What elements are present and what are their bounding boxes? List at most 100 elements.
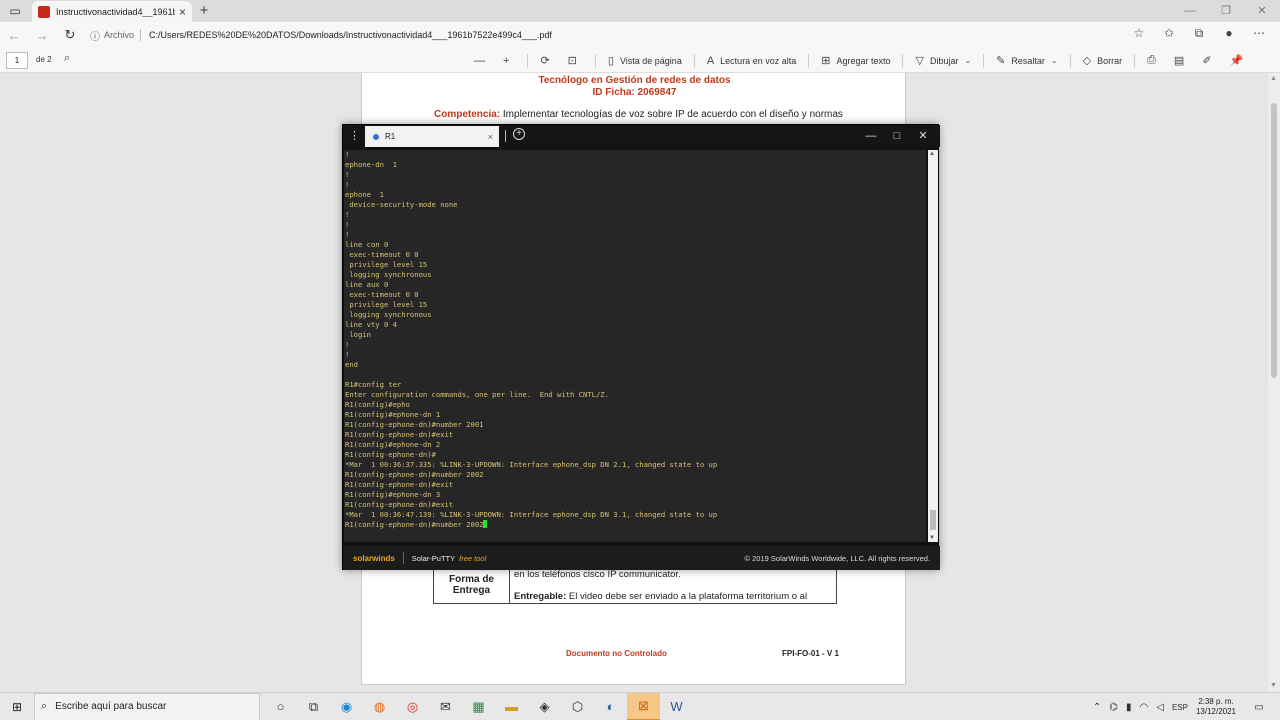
putty-close-button[interactable]: ✕ <box>910 127 936 145</box>
session-tab-label: R1 <box>385 132 396 141</box>
page-number-input[interactable]: 1 <box>6 52 28 69</box>
zoom-in-button[interactable]: + <box>503 55 515 67</box>
word-icon[interactable]: W <box>660 693 693 720</box>
terminal-line: ! <box>345 210 350 219</box>
battery-icon[interactable]: ▮ <box>1126 702 1132 713</box>
save-as-icon: ✐ <box>1202 55 1212 67</box>
terminal-line: end <box>345 360 358 369</box>
session-status-icon <box>373 133 379 140</box>
store-icon[interactable]: ▦ <box>462 693 495 720</box>
print-button[interactable]: ⎙ <box>1147 54 1162 67</box>
taskbar: ⊞ ⌕ Escribe aquí para buscar ○ ⧉ ◉ ◍ ◎ ✉… <box>0 692 1280 720</box>
solar-putty-taskbar-icon[interactable]: ⊠ <box>627 692 660 720</box>
mail-icon[interactable]: ✉ <box>429 693 462 720</box>
network-icon[interactable]: ⌬ <box>1109 702 1118 713</box>
favorite-add-icon[interactable]: ☆ <box>1124 26 1154 41</box>
fit-page-button[interactable]: ⊡ <box>568 54 583 67</box>
favorites-icon[interactable]: ✩ <box>1154 26 1184 41</box>
tray-chevron-up-icon[interactable]: ⌃ <box>1093 702 1101 713</box>
page-view-button[interactable]: ▯ Vista de página <box>608 54 682 67</box>
firefox-icon[interactable]: ◍ <box>363 693 396 720</box>
minus-icon: — <box>474 54 485 67</box>
zoom-out-button[interactable]: — <box>474 55 491 67</box>
terminal-line: R1(config)#ephone-dn 3 <box>345 490 441 499</box>
rotate-button[interactable]: ⟳ <box>540 54 555 67</box>
scroll-down-icon[interactable]: ▼ <box>929 535 935 541</box>
save-as-button[interactable]: ✐ <box>1202 54 1217 67</box>
url-field[interactable]: ⓘ Archivo C:/Users/REDES%20DE%20DATOS/Do… <box>90 28 552 43</box>
highlight-button[interactable]: ✎ Resaltar ⌄ <box>996 54 1057 67</box>
terminal-scrollbar[interactable]: ▲ ▼ <box>928 150 938 542</box>
putty-minimize-button[interactable]: — <box>858 127 884 145</box>
scroll-up-icon[interactable]: ▲ <box>1270 75 1277 82</box>
solar-putty-window: ⋮ R1 × + — □ ✕ ! ephone-dn 1!! ephone 1 de… <box>342 124 940 570</box>
file-explorer-icon[interactable]: ▬ <box>495 693 528 720</box>
window-controls: — ❐ ✕ <box>1172 0 1280 22</box>
pin-toolbar-button[interactable]: 📌 <box>1230 54 1250 67</box>
terminal-output[interactable]: ! ephone-dn 1!! ephone 1 device-security-m… <box>344 150 926 542</box>
putty-maximize-button[interactable]: □ <box>884 127 910 145</box>
wifi-icon[interactable]: ◠ <box>1140 702 1149 713</box>
close-session-icon[interactable]: × <box>488 132 493 142</box>
putty-footer: solarwinds Solar-PuTTY free tool © 2019 S… <box>343 546 940 570</box>
rotate-icon: ⟳ <box>540 55 550 67</box>
fit-page-icon: ⊡ <box>567 55 577 67</box>
new-tab-button[interactable]: + <box>196 2 212 19</box>
terminal-scroll-thumb[interactable] <box>930 510 936 530</box>
session-tab[interactable]: R1 × <box>365 126 499 147</box>
edge-beta-icon[interactable]: ◐ <box>594 693 627 720</box>
scroll-up-icon[interactable]: ▲ <box>929 151 935 157</box>
add-text-button[interactable]: ⊞ Agregar texto <box>821 54 890 67</box>
deliverable-label: Entregable: <box>514 591 567 602</box>
scrollbar-thumb[interactable] <box>1271 103 1277 378</box>
collections-icon[interactable]: ⧉ <box>1184 26 1214 41</box>
more-menu-icon[interactable]: ⋯ <box>1244 26 1274 41</box>
maximize-button[interactable]: ❐ <box>1208 0 1244 22</box>
windows-start-icon[interactable]: ⊞ <box>0 700 34 714</box>
info-icon[interactable]: ⓘ <box>90 28 100 43</box>
erase-button[interactable]: ◇ Borrar <box>1083 54 1122 67</box>
tab-actions-icon[interactable]: ▭ <box>6 3 24 19</box>
copyright-text: © 2019 SolarWinds Worldwide, LLC. All ri… <box>744 554 930 563</box>
chrome-icon[interactable]: ◎ <box>396 693 429 720</box>
taskbar-search[interactable]: ⌕ Escribe aquí para buscar <box>34 692 260 720</box>
address-divider <box>140 29 142 41</box>
task-view-icon[interactable]: ⧉ <box>297 693 330 720</box>
read-aloud-label: Lectura en voz alta <box>720 55 797 66</box>
putty-window-controls: — □ ✕ <box>858 127 936 145</box>
notifications-icon[interactable]: ▭ <box>1246 702 1272 713</box>
terminal-line: line con 0 <box>345 240 389 249</box>
back-button[interactable]: ← <box>0 28 28 43</box>
clock-date: 13/12/2021 <box>1195 707 1236 716</box>
terminal-line: *Mar 1 00:36:47.139: %LINK-3-UPDOWN: Int… <box>345 510 718 519</box>
scroll-down-icon[interactable]: ▼ <box>1270 682 1277 689</box>
profile-icon[interactable]: ● <box>1214 26 1244 41</box>
close-window-button[interactable]: ✕ <box>1244 0 1280 22</box>
document-scrollbar[interactable]: ▲ ▼ <box>1268 73 1280 691</box>
url-text[interactable]: C:/Users/REDES%20DE%20DATOS/Downloads/In… <box>149 30 552 40</box>
refresh-button[interactable]: ↻ <box>56 27 84 43</box>
minimize-button[interactable]: — <box>1172 0 1208 22</box>
browser-tab-strip: ▭ Instructivonactividad4__1961b7 × + — ❐… <box>0 0 1280 22</box>
clock[interactable]: 2:38 p. m. 13/12/2021 <box>1196 697 1236 717</box>
terminal-line: privilege level 15 <box>345 260 428 269</box>
edge-icon[interactable]: ◉ <box>330 693 363 720</box>
forward-button[interactable]: → <box>28 28 56 43</box>
kebab-menu-icon[interactable]: ⋮ <box>349 129 360 143</box>
cortana-icon[interactable]: ○ <box>264 693 297 720</box>
read-aloud-button[interactable]: A Lectura en voz alta <box>707 55 796 67</box>
box-app-icon[interactable]: ⬡ <box>561 693 594 720</box>
terminal-line: ! <box>345 220 350 229</box>
language-indicator[interactable]: ESP <box>1172 703 1188 712</box>
new-session-icon[interactable]: + <box>513 128 525 140</box>
chevron-down-icon[interactable]: ⌄ <box>964 56 971 65</box>
volume-icon[interactable]: ◁ <box>1156 702 1164 713</box>
draw-button[interactable]: ▽ Dibujar ⌄ <box>915 54 971 67</box>
save-button[interactable]: ▤ <box>1174 54 1190 67</box>
terminal-line: logging synchronous <box>345 310 432 319</box>
chevron-down-icon[interactable]: ⌄ <box>1051 56 1058 65</box>
search-icon[interactable]: ⌕ <box>64 52 70 65</box>
packet-tracer-icon[interactable]: ◈ <box>528 693 561 720</box>
close-tab-icon[interactable]: × <box>179 5 186 19</box>
browser-tab[interactable]: Instructivonactividad4__1961b7 × <box>32 1 192 22</box>
